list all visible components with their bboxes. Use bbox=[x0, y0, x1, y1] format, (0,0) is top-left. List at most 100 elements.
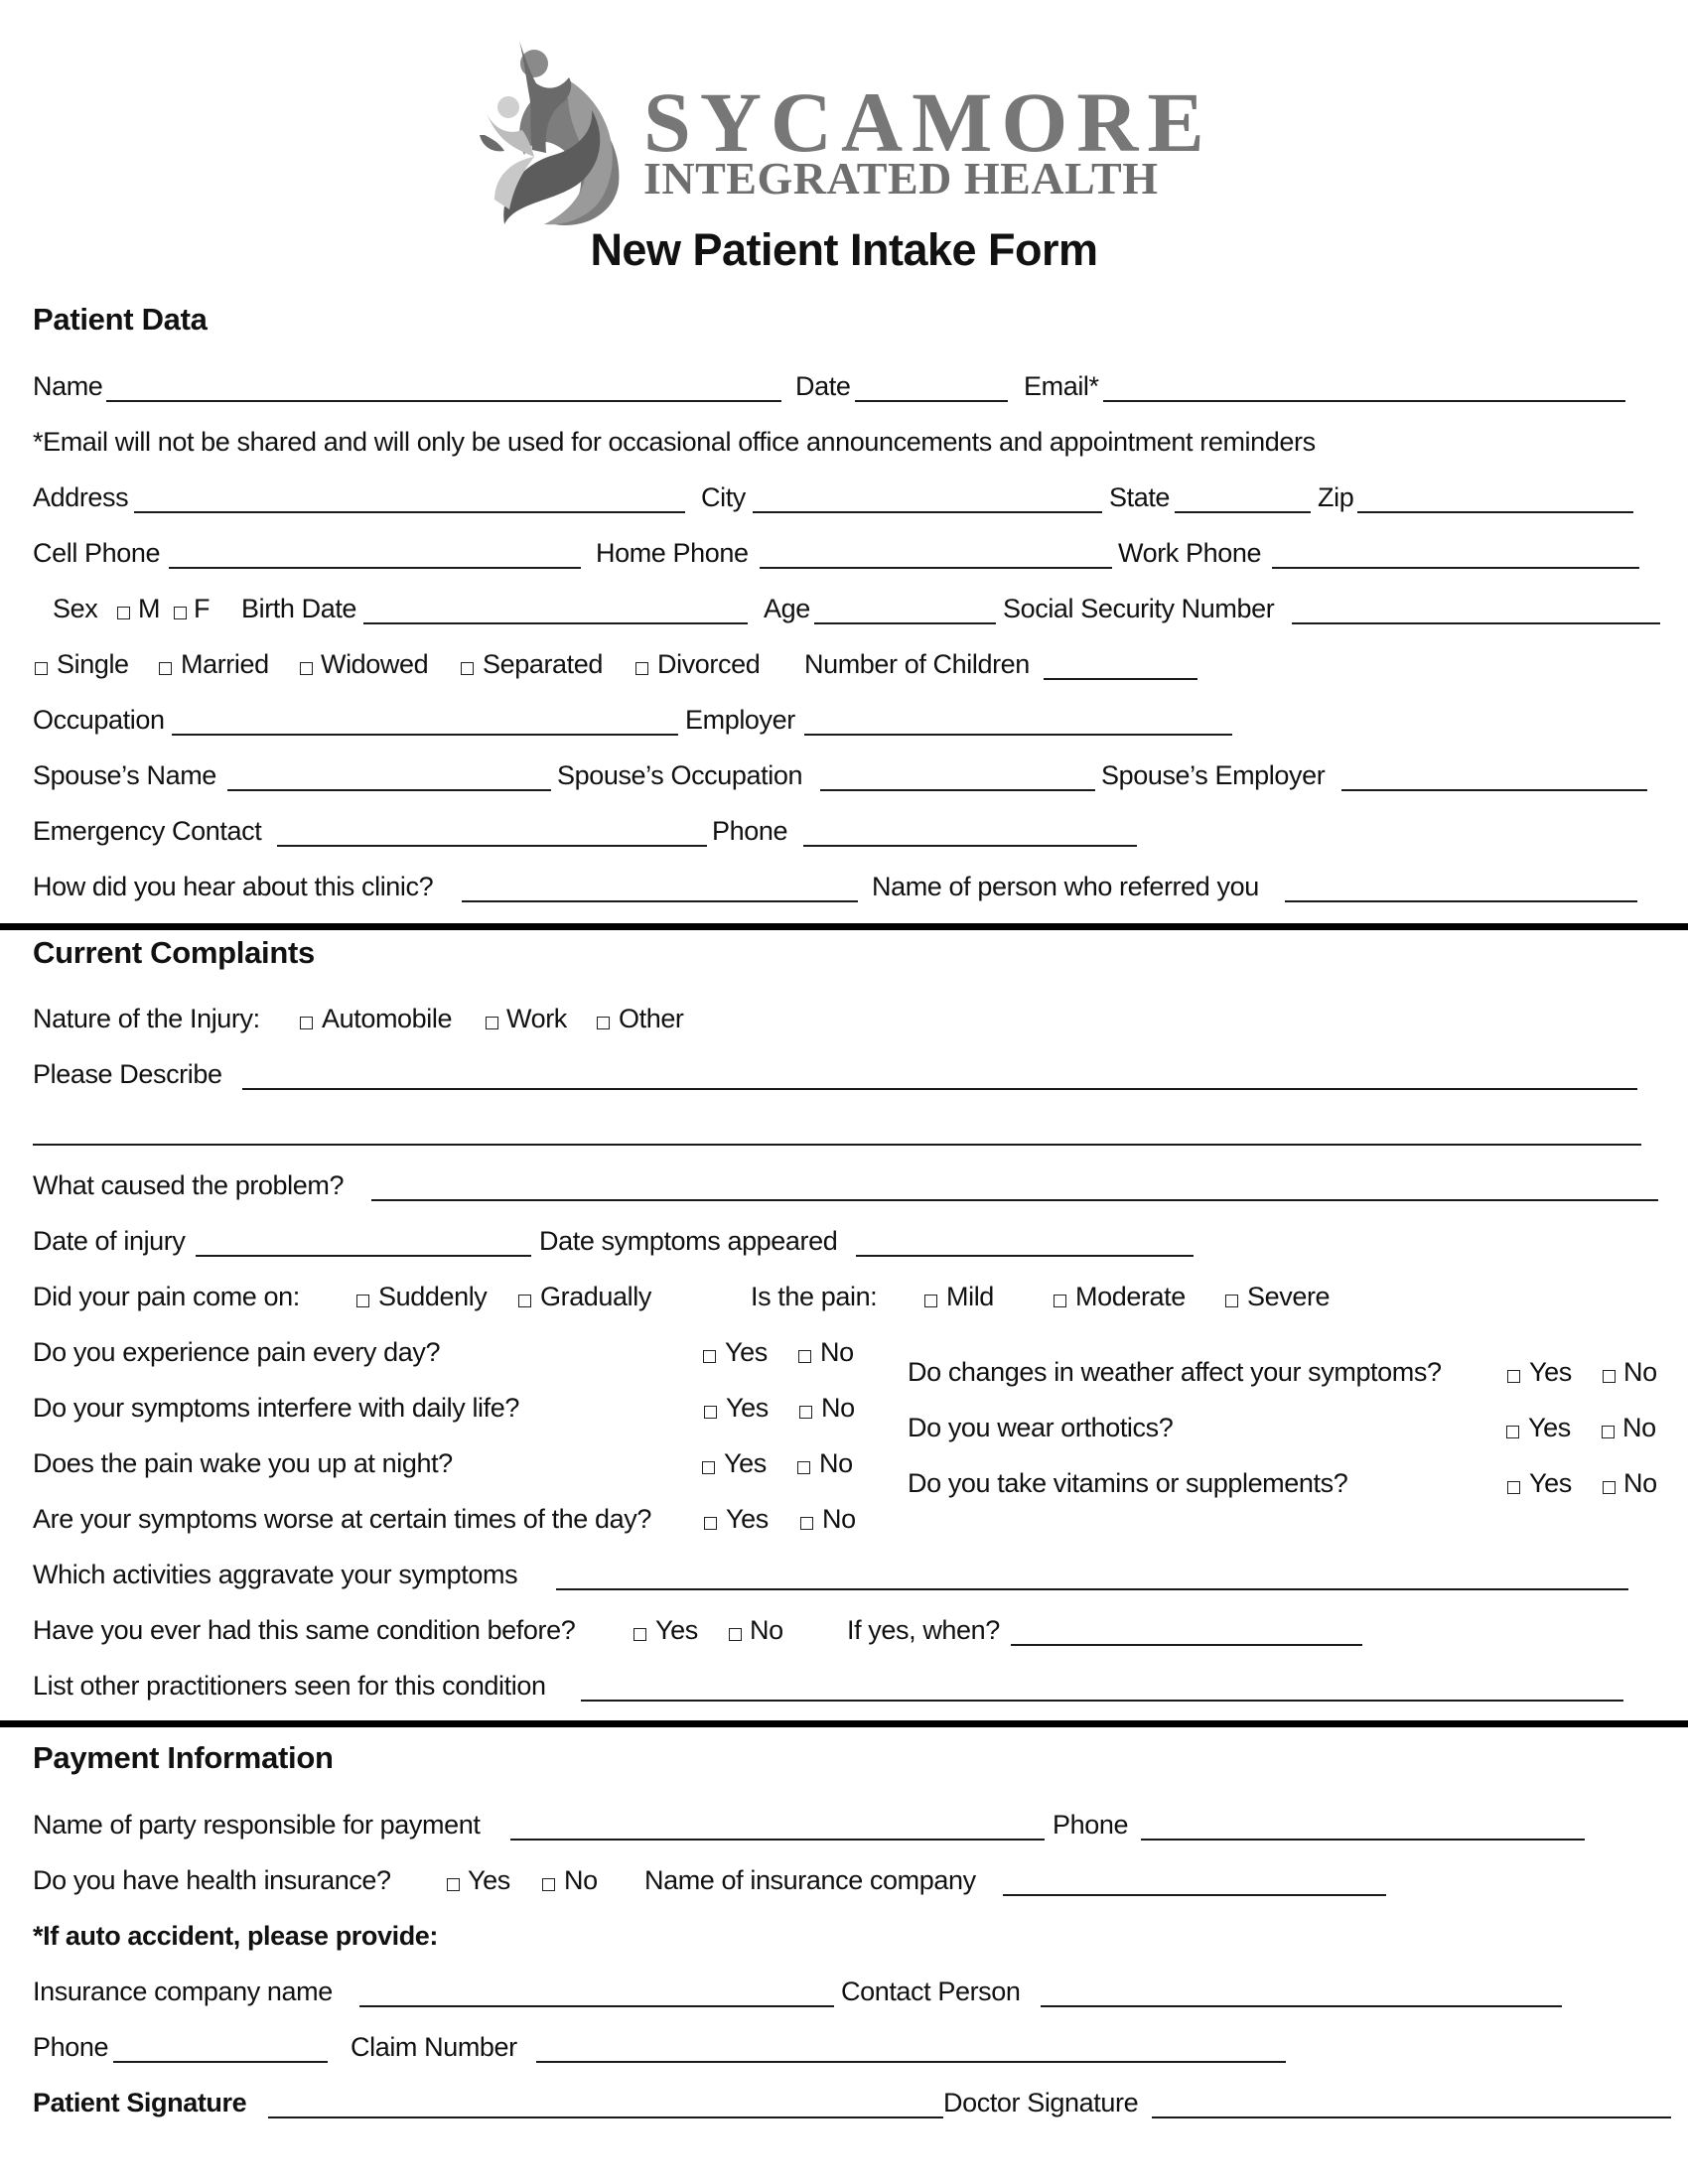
city-field[interactable] bbox=[753, 511, 1102, 513]
employer-field[interactable] bbox=[804, 734, 1232, 736]
no-checkbox[interactable] bbox=[1603, 1481, 1616, 1494]
cause-row: What caused the problem? bbox=[0, 1169, 1688, 1209]
insurance-row: Do you have health insurance? Yes No Nam… bbox=[0, 1864, 1688, 1904]
state-field[interactable] bbox=[1175, 511, 1311, 513]
zip-field[interactable] bbox=[1357, 511, 1633, 513]
separated-checkbox[interactable] bbox=[461, 662, 474, 675]
practitioners-field[interactable] bbox=[581, 1700, 1623, 1702]
claim-number-field[interactable] bbox=[536, 2061, 1286, 2063]
practitioners-row: List other practitioners seen for this c… bbox=[0, 1670, 1688, 1709]
hear-about-field[interactable] bbox=[462, 900, 858, 902]
sex-f-checkbox[interactable] bbox=[174, 607, 187, 619]
responsible-party-row: Name of party responsible for payment Ph… bbox=[0, 1809, 1688, 1848]
responsible-phone-field[interactable] bbox=[1141, 1839, 1585, 1841]
yes-checkbox[interactable] bbox=[704, 1517, 717, 1530]
moderate-checkbox[interactable] bbox=[1054, 1295, 1066, 1307]
yes-no-question-row: Do changes in weather affect your sympto… bbox=[0, 1356, 1688, 1396]
married-checkbox[interactable] bbox=[159, 662, 172, 675]
work-phone-field[interactable] bbox=[1272, 567, 1639, 569]
responsible-field[interactable] bbox=[510, 1839, 1045, 1841]
date-field[interactable] bbox=[855, 400, 1008, 402]
occupation-field[interactable] bbox=[172, 734, 678, 736]
date-injury-field[interactable] bbox=[196, 1255, 531, 1257]
insurance-no-checkbox[interactable] bbox=[542, 1878, 555, 1891]
onset-severity-row: Did your pain come on: Suddenly Graduall… bbox=[0, 1281, 1688, 1320]
severe-checkbox[interactable] bbox=[1225, 1295, 1238, 1307]
yes-checkbox[interactable] bbox=[1506, 1426, 1519, 1438]
spouse-employer-field[interactable] bbox=[1341, 789, 1647, 791]
contact-person-field[interactable] bbox=[1041, 2005, 1562, 2007]
auto-insurance-row: Insurance company name Contact Person bbox=[0, 1976, 1688, 2015]
mild-label: Mild bbox=[946, 1282, 994, 1311]
no-label: No bbox=[1623, 1357, 1657, 1387]
widowed-checkbox[interactable] bbox=[300, 662, 313, 675]
contact-person-label: Contact Person bbox=[841, 1977, 1021, 2006]
emergency-contact-label: Emergency Contact bbox=[33, 816, 262, 846]
insurance-yes-label: Yes bbox=[468, 1865, 510, 1895]
automobile-checkbox[interactable] bbox=[300, 1017, 313, 1029]
children-field[interactable] bbox=[1044, 678, 1197, 680]
auto-phone-field[interactable] bbox=[113, 2061, 328, 2063]
no-checkbox[interactable] bbox=[1603, 1370, 1616, 1383]
single-checkbox[interactable] bbox=[35, 662, 48, 675]
age-label: Age bbox=[764, 594, 810, 623]
divorced-label: Divorced bbox=[657, 649, 761, 679]
describe-field-line-1[interactable] bbox=[242, 1088, 1637, 1090]
yes-checkbox[interactable] bbox=[1507, 1481, 1520, 1494]
age-field[interactable] bbox=[814, 622, 996, 624]
emergency-contact-field[interactable] bbox=[277, 845, 707, 847]
if-yes-field[interactable] bbox=[1011, 1644, 1362, 1646]
name-date-email-row: Name Date Email* bbox=[0, 370, 1688, 410]
referrer-field[interactable] bbox=[1285, 900, 1637, 902]
no-label: No bbox=[822, 1504, 856, 1534]
email-field[interactable] bbox=[1103, 400, 1625, 402]
claim-row: Phone Claim Number bbox=[0, 2031, 1688, 2071]
cell-phone-field[interactable] bbox=[169, 567, 581, 569]
same-condition-no-checkbox[interactable] bbox=[729, 1628, 742, 1641]
doctor-signature-field[interactable] bbox=[1152, 2116, 1671, 2118]
same-condition-yes-checkbox[interactable] bbox=[633, 1628, 646, 1641]
mild-checkbox[interactable] bbox=[924, 1295, 937, 1307]
employer-label: Employer bbox=[685, 705, 795, 735]
auto-insurance-field[interactable] bbox=[359, 2005, 834, 2007]
insurance-company-field[interactable] bbox=[1003, 1894, 1386, 1896]
address-row: Address City State Zip bbox=[0, 481, 1688, 521]
responsible-label: Name of party responsible for payment bbox=[33, 1810, 481, 1840]
other-checkbox[interactable] bbox=[597, 1017, 610, 1029]
address-label: Address bbox=[33, 482, 129, 512]
spouse-name-field[interactable] bbox=[227, 789, 551, 791]
describe-row: Please Describe bbox=[0, 1058, 1688, 1098]
cause-field[interactable] bbox=[371, 1199, 1658, 1201]
responsible-phone-label: Phone bbox=[1053, 1810, 1129, 1840]
question-label: Do changes in weather affect your sympto… bbox=[908, 1357, 1442, 1387]
aggravate-field[interactable] bbox=[556, 1588, 1628, 1590]
no-checkbox[interactable] bbox=[1602, 1426, 1615, 1438]
home-phone-field[interactable] bbox=[760, 567, 1112, 569]
auto-accident-note: *If auto accident, please provide: bbox=[33, 1921, 439, 1951]
no-checkbox[interactable] bbox=[800, 1517, 813, 1530]
spouse-employer-label: Spouse’s Employer bbox=[1101, 760, 1326, 790]
section-divider bbox=[0, 1720, 1688, 1727]
emergency-phone-field[interactable] bbox=[803, 845, 1137, 847]
patient-signature-field[interactable] bbox=[268, 2116, 943, 2118]
gradually-checkbox[interactable] bbox=[518, 1295, 531, 1307]
suddenly-checkbox[interactable] bbox=[356, 1295, 369, 1307]
nature-of-injury-row: Nature of the Injury: Automobile Work Ot… bbox=[0, 1003, 1688, 1042]
section-heading-patient-data: Patient Data bbox=[33, 302, 208, 337]
referrer-label: Name of person who referred you bbox=[872, 872, 1259, 901]
work-checkbox[interactable] bbox=[486, 1017, 498, 1029]
date-symptoms-field[interactable] bbox=[856, 1255, 1194, 1257]
emergency-phone-label: Phone bbox=[712, 816, 788, 846]
separated-label: Separated bbox=[483, 649, 603, 679]
sex-m-checkbox[interactable] bbox=[117, 607, 130, 619]
sex-birth-age-ssn-row: Sex M F Birth Date Age Social Security N… bbox=[0, 593, 1688, 632]
ssn-field[interactable] bbox=[1292, 622, 1660, 624]
birth-date-field[interactable] bbox=[363, 622, 748, 624]
name-field[interactable] bbox=[106, 400, 781, 402]
address-field[interactable] bbox=[134, 511, 685, 513]
spouse-occupation-field[interactable] bbox=[820, 789, 1095, 791]
yes-checkbox[interactable] bbox=[1507, 1370, 1520, 1383]
insurance-yes-checkbox[interactable] bbox=[447, 1878, 460, 1891]
divorced-checkbox[interactable] bbox=[635, 662, 648, 675]
describe-field-line-2[interactable] bbox=[33, 1144, 1641, 1146]
